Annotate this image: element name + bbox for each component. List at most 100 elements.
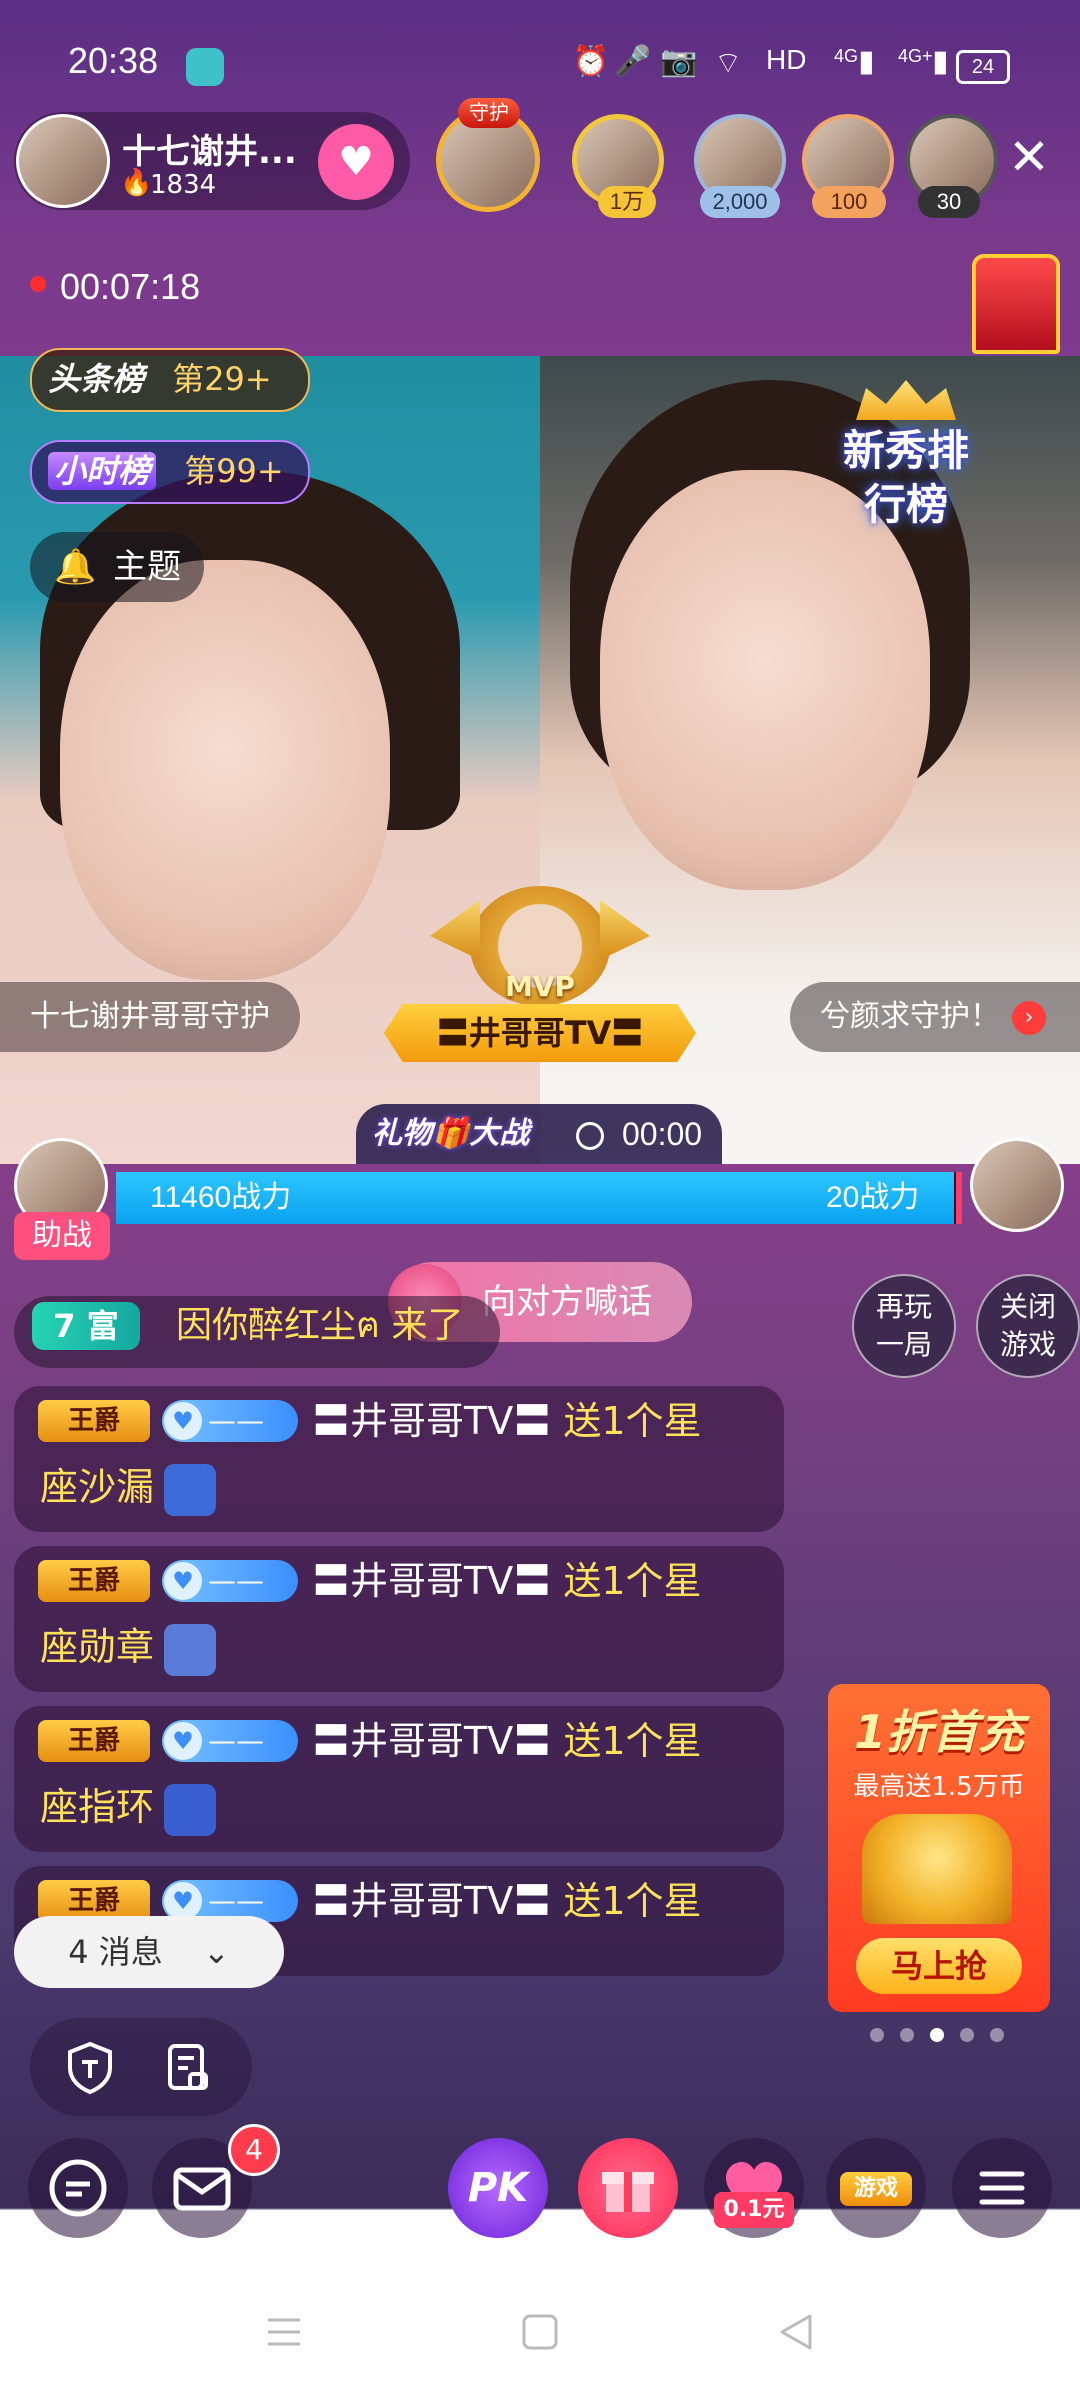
chat-message[interactable]: 王爵 ♥ —— 〓井哥哥TV〓 送1个星 座勋章 [14, 1546, 784, 1692]
gift-button[interactable] [578, 2138, 678, 2238]
clock-icon [576, 1122, 604, 1150]
message-line1: 〓井哥哥TV〓 送1个星 [312, 1556, 702, 1606]
hamburger-icon [979, 2171, 1025, 2205]
new-messages-label: 4 消息 [68, 1933, 163, 1971]
message-line2: 座沙漏 [40, 1462, 217, 1516]
page-dot [930, 2028, 944, 2042]
headline-rank-value: 第29+ [172, 360, 272, 398]
status-bar: 20:38 ⏰ 🎤 📷 ⌔ HD 4G ▮ 4G+ ▮ 24 [0, 0, 1080, 120]
rank-badge: 王爵 [38, 1560, 150, 1602]
level-heart-icon: ♥ [164, 1882, 202, 1920]
gift-name: 座勋章 [40, 1625, 155, 1669]
new-messages-button[interactable]: 4 消息 ⌄ [14, 1916, 284, 1988]
viewer-badge-1: 1万 [598, 186, 656, 218]
pk-button[interactable]: PK [448, 2138, 548, 2238]
hourly-rank-value: 第99+ [184, 452, 284, 490]
headline-rank-logo: 头条榜 [48, 360, 145, 398]
page-dot [870, 2028, 884, 2042]
gold-coins-icon [862, 1814, 1012, 1924]
sender-name: 〓井哥哥TV〓 [312, 1559, 552, 1603]
hourly-rank-logo: 小时榜 [48, 452, 157, 490]
sender-name: 〓井哥哥TV〓 [312, 1399, 552, 1443]
newcomer-ranking-label: 新秀排行榜 [842, 426, 969, 529]
home-nav-icon[interactable] [518, 2310, 562, 2354]
entry-text: 因你醉红尘ฅ 来了 [176, 1305, 464, 1346]
message-line1: 〓井哥哥TV〓 送1个星 [312, 1716, 702, 1766]
status-time: 20:38 [68, 40, 159, 81]
viewer-badge-3: 100 [812, 186, 886, 218]
mvp-name: 〓井哥哥TV〓 [384, 1004, 696, 1062]
hourglass-gift-icon [164, 1463, 217, 1516]
right-guard-pill[interactable]: 兮颜求守护！ › [790, 982, 1080, 1052]
page-dot [960, 2028, 974, 2042]
recording-dot-icon [30, 276, 46, 292]
mail-notification-badge: 4 [228, 2124, 280, 2176]
level-heart-icon: ♥ [164, 1402, 202, 1440]
viewer-badge-2: 2,000 [700, 186, 780, 218]
gift-box-icon [602, 2172, 654, 2212]
level-heart-icon: ♥ [164, 1562, 202, 1600]
assist-button[interactable]: 助战 [14, 1212, 110, 1260]
throne-icon[interactable] [972, 254, 1060, 354]
cheap-gift-label: 0.1元 [714, 2192, 794, 2228]
promo-subtitle: 最高送1.5万币 [853, 1772, 1025, 1802]
send-text: 送1个星 [563, 1559, 702, 1603]
newcomer-ranking-badge[interactable]: 新秀排行榜 [806, 380, 1006, 540]
signal-label-1: 4G [834, 46, 859, 66]
host-avatar[interactable] [16, 114, 110, 208]
close-game-button[interactable]: 关闭 游戏 [976, 1274, 1080, 1378]
follow-heart-button[interactable]: ♥ [318, 124, 394, 200]
level-heart-icon: ♥ [164, 1722, 202, 1760]
recents-nav-icon[interactable] [262, 2310, 306, 2354]
signal-icon-1: ▮ [858, 44, 875, 79]
hourly-rank-pill[interactable]: 小时榜 第99+ [30, 440, 310, 504]
send-text: 送1个星 [563, 1879, 702, 1923]
back-nav-icon[interactable] [774, 2310, 818, 2354]
task-list-icon[interactable] [160, 2040, 216, 2096]
fire-icon: 🔥 [120, 168, 153, 198]
app-notification-icon [186, 48, 224, 86]
promo-grab-button[interactable]: 马上抢 [856, 1938, 1022, 1994]
mvp-label: MVP [504, 970, 576, 1003]
gift-war-title: 礼物🎁大战 [372, 1116, 530, 1151]
guard-label: 守护 [458, 98, 520, 128]
message-line1: 〓井哥哥TV〓 送1个星 [312, 1396, 702, 1446]
promo-title: 1折首充 [853, 1705, 1024, 1759]
right-power-value: 20战力 [826, 1181, 920, 1214]
level-badge: ♥ —— [162, 1560, 298, 1602]
guard-shield-icon[interactable] [62, 2040, 118, 2096]
ring-gift-icon [164, 1783, 217, 1836]
gift-war-timer: 00:00 [622, 1116, 703, 1152]
message-line2: 座指环 [40, 1782, 217, 1836]
headline-rank-pill[interactable]: 头条榜 第29+ [30, 348, 310, 412]
play-again-line2: 一局 [875, 1328, 932, 1361]
theme-button[interactable]: 🔔 主题 [30, 532, 204, 602]
close-game-line2: 游戏 [999, 1328, 1056, 1361]
close-icon[interactable]: ✕ [1008, 132, 1050, 182]
host-name: 十七谢井... [122, 132, 297, 172]
chevron-right-icon: › [1012, 1000, 1046, 1035]
right-team-avatar[interactable] [970, 1138, 1064, 1232]
left-streamer-face [60, 560, 390, 980]
wifi-icon: ⌔ [714, 46, 743, 81]
message-line2: 座勋章 [40, 1622, 217, 1676]
message-line1: 〓井哥哥TV〓 送1个星 [312, 1876, 702, 1926]
more-menu-button[interactable] [952, 2138, 1052, 2238]
gift-name: 座沙漏 [40, 1465, 155, 1509]
rank-badge: 王爵 [38, 1400, 150, 1442]
chat-message[interactable]: 王爵 ♥ —— 〓井哥哥TV〓 送1个星 座指环 [14, 1706, 784, 1852]
play-again-line1: 再玩 [875, 1290, 932, 1323]
theme-label: 主题 [113, 547, 182, 587]
play-again-button[interactable]: 再玩 一局 [852, 1274, 956, 1378]
gift-name: 座指环 [40, 1785, 155, 1829]
viewer-badge-4: 30 [918, 186, 980, 218]
alarm-icon: ⏰ [572, 44, 610, 79]
medal-gift-icon [164, 1623, 217, 1676]
crown-icon [856, 380, 956, 420]
close-game-line1: 关闭 [999, 1290, 1056, 1323]
battery-indicator: 24 [956, 50, 1010, 84]
chat-message[interactable]: 王爵 ♥ —— 〓井哥哥TV〓 送1个星 座沙漏 [14, 1386, 784, 1532]
left-guard-label[interactable]: 十七谢井哥哥守护 [0, 982, 300, 1052]
host-fan-count: 1834 [150, 170, 217, 200]
chat-input-button[interactable] [28, 2138, 128, 2238]
